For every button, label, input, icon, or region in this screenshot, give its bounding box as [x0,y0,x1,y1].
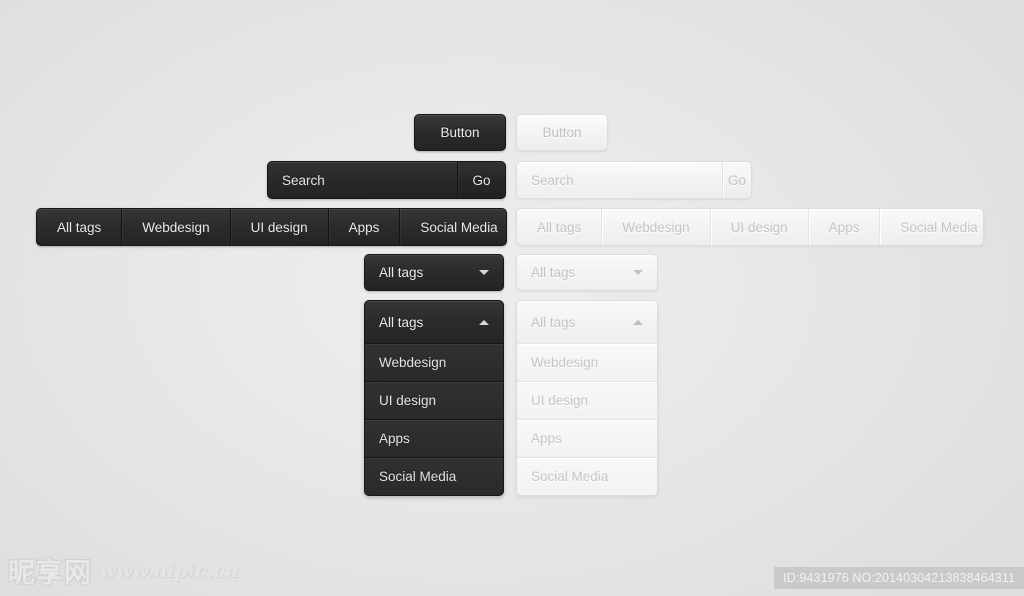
light-dropdown-open[interactable]: All tags Webdesign UI design Apps Social… [516,300,658,496]
dark-search-bar[interactable]: Search Go [267,161,506,199]
watermark-logo-text: 昵享网 [8,558,92,589]
dark-select-closed[interactable]: All tags [364,254,504,291]
light-dropdown-option-ui-design[interactable]: UI design [517,381,657,419]
light-tab-webdesign[interactable]: Webdesign [601,209,709,245]
dark-select-closed-value: All tags [379,265,424,280]
dark-tab-all-tags[interactable]: All tags [37,209,121,245]
dark-dropdown-option-apps[interactable]: Apps [365,419,503,457]
light-dropdown-option-webdesign[interactable]: Webdesign [517,343,657,381]
light-search-bar[interactable]: Go [516,161,752,199]
light-select-closed[interactable]: All tags [516,254,658,291]
dark-tab-apps[interactable]: Apps [327,209,400,245]
dark-tab-webdesign[interactable]: Webdesign [121,209,229,245]
light-tab-all-tags[interactable]: All tags [517,209,601,245]
dark-tab-bar[interactable]: All tags Webdesign UI design Apps Social… [36,208,507,246]
light-tab-bar[interactable]: All tags Webdesign UI design Apps Social… [516,208,984,246]
light-dropdown-option-apps[interactable]: Apps [517,419,657,457]
light-dropdown-header[interactable]: All tags [517,301,657,343]
dark-dropdown-open[interactable]: All tags Webdesign UI design Apps Social… [364,300,504,496]
light-button-label: Button [542,125,582,140]
dark-tab-ui-design[interactable]: UI design [229,209,328,245]
light-search-input[interactable] [517,162,722,198]
light-tab-social-media[interactable]: Social Media [879,209,983,245]
chevron-down-icon [479,270,489,275]
dark-dropdown-option-social-media[interactable]: Social Media [365,457,503,495]
light-select-closed-value: All tags [531,265,576,280]
chevron-up-icon [479,319,489,325]
dark-search-go-button[interactable]: Go [457,162,505,198]
watermark-url: www.nipic.cn [100,559,239,582]
watermark: 昵享网 www.nipic.cn [8,551,239,590]
dark-button[interactable]: Button [414,114,506,151]
light-button[interactable]: Button [516,114,608,151]
chevron-down-icon [633,270,643,275]
chevron-up-icon [633,319,643,325]
dark-search-input[interactable]: Search [268,162,457,198]
light-dropdown-value: All tags [531,314,576,330]
ui-kit-canvas: Button Button Search Go Go All tags Webd… [0,0,1024,596]
dark-tab-social-media[interactable]: Social Media [399,209,506,245]
dark-dropdown-option-webdesign[interactable]: Webdesign [365,343,503,381]
dark-dropdown-option-ui-design[interactable]: UI design [365,381,503,419]
dark-dropdown-value: All tags [379,314,424,330]
dark-dropdown-header[interactable]: All tags [365,301,503,343]
light-tab-apps[interactable]: Apps [807,209,880,245]
dark-button-label: Button [440,125,480,140]
light-search-go-button[interactable]: Go [722,162,751,198]
image-id-badge: ID:9431976 NO:20140304213838464311 [774,567,1024,589]
light-dropdown-option-social-media[interactable]: Social Media [517,457,657,495]
light-tab-ui-design[interactable]: UI design [709,209,808,245]
